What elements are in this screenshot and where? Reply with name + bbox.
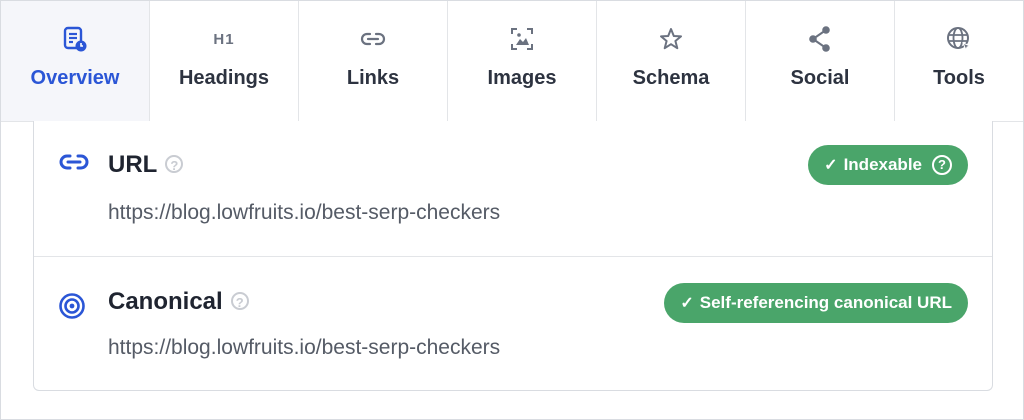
tab-label: Images bbox=[487, 67, 557, 89]
canonical-title: Canonical? bbox=[108, 288, 249, 316]
tab-label: Tools bbox=[933, 67, 985, 89]
tab-label: Social bbox=[790, 67, 850, 89]
indexable-label: Indexable bbox=[843, 155, 922, 174]
target-icon bbox=[58, 292, 86, 325]
tab-schema[interactable]: Schema bbox=[597, 1, 746, 121]
url-row: URL? https://blog.lowfruits.io/best-serp… bbox=[34, 121, 992, 257]
canonical-title-text: Canonical bbox=[108, 288, 223, 315]
tab-label: Schema bbox=[632, 67, 710, 89]
tab-social[interactable]: Social bbox=[746, 1, 895, 121]
report-icon bbox=[62, 25, 88, 53]
link-icon bbox=[359, 25, 387, 53]
h1-glyph: H1 bbox=[213, 30, 235, 48]
url-value: https://blog.lowfruits.io/best-serp-chec… bbox=[108, 201, 501, 224]
image-icon bbox=[509, 25, 535, 53]
tab-label: Links bbox=[346, 67, 400, 89]
check-icon: ✓ bbox=[680, 295, 694, 312]
help-icon[interactable]: ? bbox=[932, 155, 952, 175]
indexable-badge[interactable]: ✓ Indexable ? bbox=[808, 145, 968, 185]
tab-bar: Overview H1 Headings Links Images Schema… bbox=[1, 1, 1023, 122]
help-icon[interactable]: ? bbox=[165, 154, 184, 173]
globe-icon bbox=[945, 25, 973, 53]
check-icon: ✓ bbox=[824, 157, 838, 174]
url-title-text: URL bbox=[108, 151, 158, 178]
canonical-badge-label: Self-referencing canonical URL bbox=[699, 293, 952, 312]
tab-label: Overview bbox=[30, 67, 120, 89]
h1-icon: H1 bbox=[213, 25, 234, 53]
overview-panel: URL? https://blog.lowfruits.io/best-serp… bbox=[33, 121, 993, 391]
tab-label: Headings bbox=[178, 67, 270, 89]
link-icon bbox=[58, 151, 90, 178]
url-title: URL? bbox=[108, 151, 184, 179]
seo-panel: Overview H1 Headings Links Images Schema… bbox=[0, 0, 1024, 420]
tab-links[interactable]: Links bbox=[299, 1, 448, 121]
star-icon bbox=[658, 25, 684, 53]
tab-headings[interactable]: H1 Headings bbox=[150, 1, 299, 121]
canonical-badge[interactable]: ✓ Self-referencing canonical URL bbox=[664, 283, 968, 323]
tab-images[interactable]: Images bbox=[448, 1, 597, 121]
share-icon bbox=[807, 25, 833, 53]
tab-overview[interactable]: Overview bbox=[1, 1, 150, 121]
canonical-row: Canonical? https://blog.lowfruits.io/bes… bbox=[34, 256, 992, 391]
help-icon[interactable]: ? bbox=[230, 291, 249, 310]
tab-tools[interactable]: Tools bbox=[895, 1, 1023, 121]
canonical-value: https://blog.lowfruits.io/best-serp-chec… bbox=[108, 336, 501, 359]
